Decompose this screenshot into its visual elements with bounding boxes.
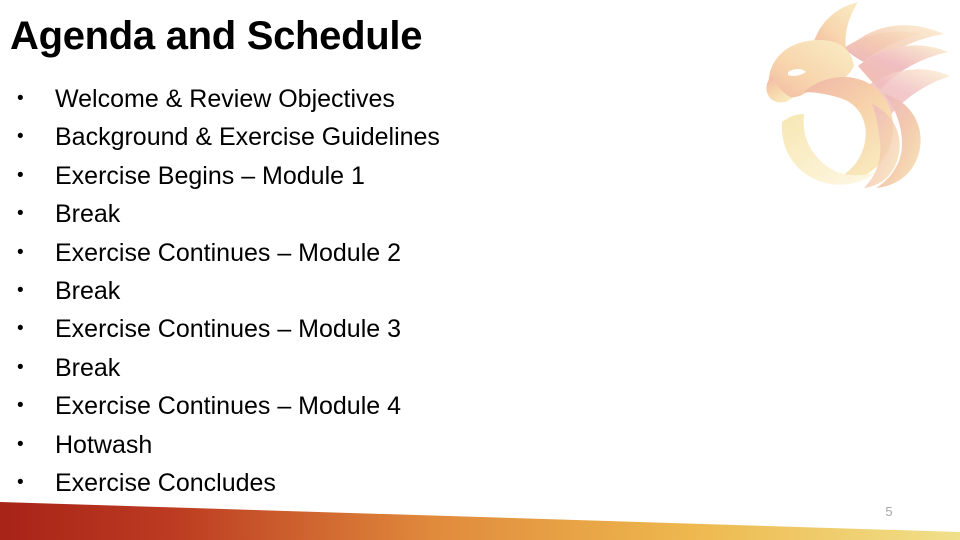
page-title: Agenda and Schedule (10, 14, 423, 58)
list-item: • Exercise Continues – Module 2 (0, 234, 740, 272)
list-item-label: Background & Exercise Guidelines (55, 123, 440, 152)
list-item-label: Exercise Continues – Module 2 (55, 238, 402, 267)
bullet-icon: • (17, 279, 24, 301)
list-item-label: Break (55, 200, 121, 229)
list-item: • Exercise Continues – Module 3 (0, 310, 740, 348)
list-item: • Exercise Continues – Module 4 (0, 387, 740, 425)
bullet-icon: • (17, 241, 24, 263)
list-item: • Hotwash (0, 426, 740, 464)
list-item: • Break (0, 349, 740, 387)
list-item-label: Welcome & Review Objectives (55, 85, 395, 113)
list-item-label: Hotwash (55, 430, 153, 459)
decorative-gradient-wedge (0, 495, 960, 540)
list-item-label: Exercise Continues – Module 4 (55, 392, 402, 421)
list-item: • Break (0, 195, 740, 233)
list-item: • Exercise Begins – Module 1 (0, 157, 740, 195)
list-item: • Welcome & Review Objectives (0, 80, 740, 118)
list-item-label: Exercise Continues – Module 3 (55, 315, 402, 344)
list-item: • Background & Exercise Guidelines (0, 118, 740, 156)
page-number: 5 (885, 504, 893, 519)
bullet-icon: • (17, 88, 24, 109)
list-item-label: Break (55, 276, 121, 305)
list-item-label: Break (55, 353, 121, 382)
slide-canvas: Agenda and Schedule • Welcome & Review O… (0, 0, 960, 540)
bullet-icon: • (17, 395, 24, 417)
phoenix-logo-icon (752, 0, 952, 190)
bullet-icon: • (17, 318, 24, 340)
list-item: • Break (0, 272, 740, 310)
agenda-bullet-list: • Welcome & Review Objectives • Backgrou… (0, 80, 740, 502)
bullet-icon: • (17, 356, 24, 378)
bullet-icon: • (17, 164, 24, 186)
bullet-icon: • (17, 433, 24, 455)
bullet-icon: • (17, 126, 24, 148)
list-item-label: Exercise Begins – Module 1 (55, 161, 365, 190)
bullet-icon: • (17, 203, 24, 225)
